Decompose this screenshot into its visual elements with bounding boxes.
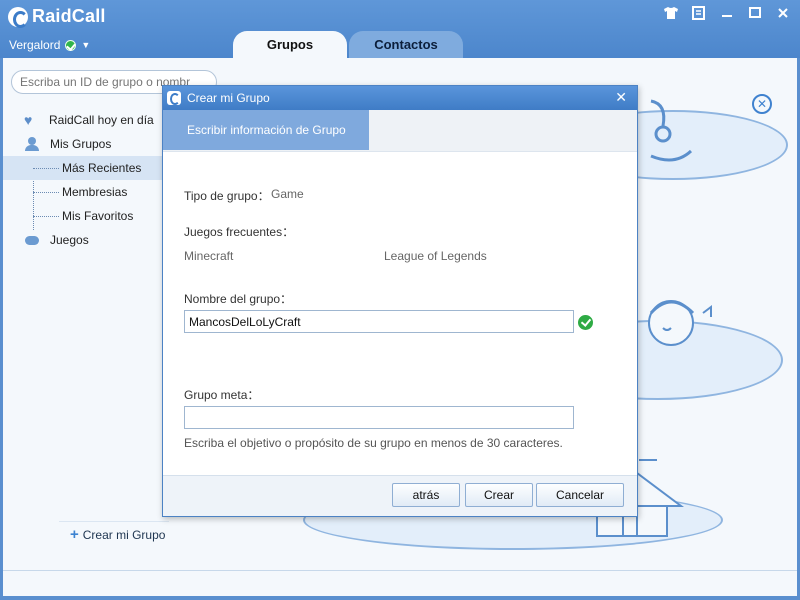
close-circle-icon[interactable]: ✕: [752, 94, 772, 114]
sidebar-item-label: Mis Grupos: [50, 137, 112, 151]
group-type-label: Tipo de grupo：: [184, 189, 270, 203]
dialog-title: Crear mi Grupo: [187, 91, 270, 105]
sidebar-item-label: Más Recientes: [62, 161, 142, 175]
gamepad-icon: [25, 233, 39, 247]
sidebar-item-mis-grupos[interactable]: Mis Grupos: [3, 132, 163, 156]
tab-contactos[interactable]: Contactos: [349, 31, 463, 58]
dialog-title-bar[interactable]: Crear mi Grupo ✕: [163, 86, 637, 110]
group-goal-field[interactable]: [184, 406, 574, 429]
close-icon[interactable]: [774, 6, 792, 24]
minimize-icon[interactable]: [718, 6, 736, 24]
sidebar-item-mas-recientes[interactable]: Más Recientes: [3, 156, 163, 180]
app-header: RaidCall Vergalord ▼ Grupos Contactos: [0, 0, 800, 58]
heart-icon: ♥: [24, 112, 33, 128]
person-icon: [25, 137, 39, 151]
raidcall-logo-icon: [8, 6, 28, 28]
sidebar-item-mis-favoritos[interactable]: Mis Favoritos: [3, 204, 163, 228]
raidcall-logo-icon: [167, 91, 181, 105]
sidebar-item-label: Membresias: [62, 185, 128, 199]
status-bar: [3, 570, 797, 596]
username: Vergalord: [9, 38, 61, 52]
valid-check-icon: [578, 315, 593, 330]
sidebar-item-label: Juegos: [50, 233, 89, 247]
cancel-button[interactable]: Cancelar: [536, 483, 624, 507]
sidebar-nav: ♥ RaidCall hoy en día Mis Grupos Más Rec…: [3, 108, 163, 252]
headset-illustration-icon: [650, 99, 693, 162]
create-group-link[interactable]: + Crear mi Grupo: [70, 526, 166, 543]
group-goal-label: Grupo meta：: [184, 388, 260, 402]
online-check-icon: [65, 39, 77, 51]
user-status[interactable]: Vergalord ▼: [9, 38, 90, 52]
plus-icon: +: [70, 526, 79, 543]
sidebar-item-juegos[interactable]: Juegos: [3, 228, 163, 252]
tab-grupos[interactable]: Grupos: [233, 31, 347, 58]
sidebar-item-label: RaidCall hoy en día: [49, 113, 154, 127]
create-group-dialog: Crear mi Grupo ✕ Escribir información de…: [162, 85, 638, 517]
frequent-games-label: Juegos frecuentes：: [184, 225, 295, 239]
app-name: RaidCall: [32, 6, 106, 26]
dialog-tabs: Escribir información de Grupo: [163, 110, 637, 152]
group-name-input[interactable]: [185, 311, 573, 332]
game-item[interactable]: Minecraft: [184, 249, 233, 263]
shirt-icon[interactable]: [662, 6, 680, 24]
sidebar-item-label: Mis Favoritos: [62, 209, 134, 223]
dialog-footer: atrás Crear Cancelar: [163, 475, 637, 516]
maximize-icon[interactable]: [746, 6, 764, 24]
group-name-field[interactable]: [184, 310, 574, 333]
divider: [59, 521, 169, 522]
raidcall-logo: RaidCall: [8, 6, 106, 28]
dialog-close-icon[interactable]: ✕: [615, 89, 627, 106]
group-name-label: Nombre del grupo：: [184, 292, 293, 306]
dialog-body: Tipo de grupo： Game Juegos frecuentes： M…: [163, 152, 637, 464]
create-group-label: Crear mi Grupo: [82, 528, 166, 542]
chevron-down-icon[interactable]: ▼: [81, 40, 90, 50]
girl-illustration-icon: [648, 300, 712, 346]
game-item[interactable]: League of Legends: [384, 249, 487, 263]
group-goal-hint: Escriba el objetivo o propósito de su gr…: [184, 436, 563, 450]
window-controls: [662, 6, 792, 24]
sidebar-item-raidcall-hoy[interactable]: ♥ RaidCall hoy en día: [3, 108, 163, 132]
back-button[interactable]: atrás: [392, 483, 460, 507]
create-button[interactable]: Crear: [465, 483, 533, 507]
group-goal-input[interactable]: [185, 407, 573, 428]
notepad-icon[interactable]: [690, 6, 708, 24]
group-type-value: Game: [271, 187, 304, 201]
sidebar-item-membresias[interactable]: Membresias: [3, 180, 163, 204]
main-tabs: Grupos Contactos: [233, 31, 463, 58]
tab-write-group-info[interactable]: Escribir información de Grupo: [163, 110, 369, 150]
